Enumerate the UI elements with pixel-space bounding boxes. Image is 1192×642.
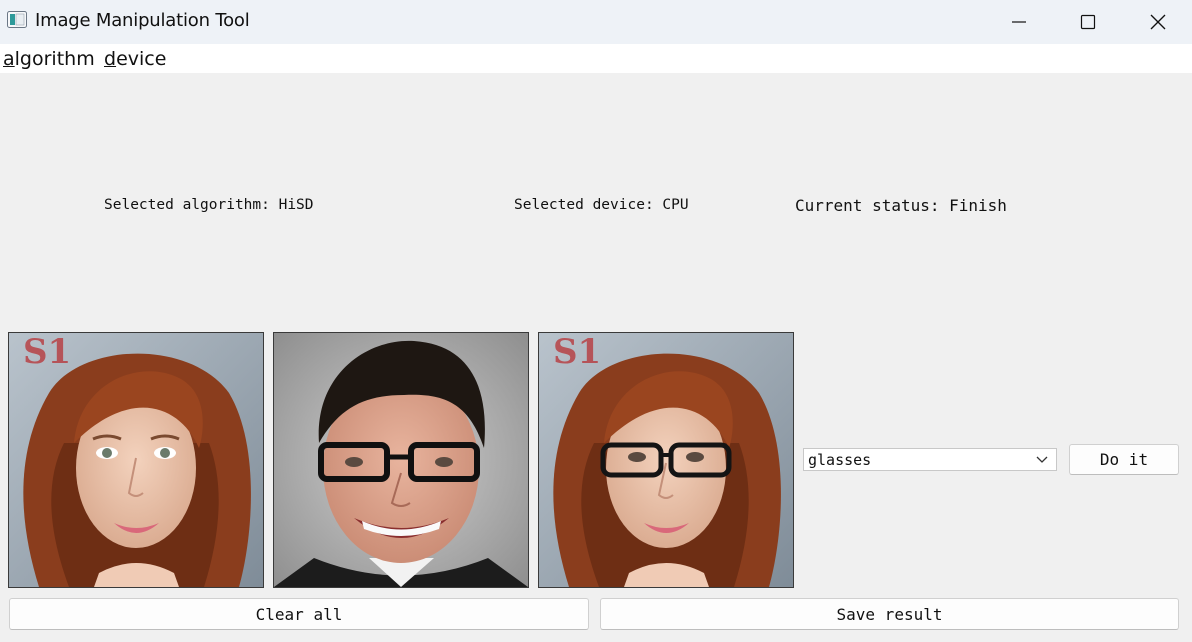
- photo-icon: [274, 333, 528, 587]
- photo-icon: S1: [9, 333, 263, 587]
- menu-label: evice: [116, 48, 167, 70]
- close-button[interactable]: [1123, 0, 1192, 44]
- title-bar[interactable]: Image Manipulation Tool: [0, 0, 1192, 44]
- clear-all-button[interactable]: Clear all: [9, 598, 589, 630]
- chevron-down-icon: [1036, 456, 1048, 463]
- selected-algorithm-label: Selected algorithm: HiSD: [104, 197, 314, 213]
- svg-text:S1: S1: [553, 333, 601, 372]
- do-it-button[interactable]: Do it: [1069, 444, 1179, 475]
- attribute-select-value: glasses: [808, 451, 872, 469]
- source-image[interactable]: S1: [8, 332, 264, 588]
- menu-device[interactable]: device: [104, 48, 166, 70]
- current-status-label: Current status: Finish: [795, 196, 1007, 215]
- maximize-icon: [1080, 14, 1096, 30]
- svg-text:S1: S1: [23, 333, 71, 372]
- menu-bar: algorithm device: [0, 44, 1192, 73]
- window-title: Image Manipulation Tool: [35, 10, 250, 31]
- maximize-button[interactable]: [1053, 0, 1123, 44]
- attribute-select[interactable]: glasses: [803, 448, 1057, 471]
- selected-device-label: Selected device: CPU: [514, 197, 689, 213]
- photo-icon: S1: [539, 333, 793, 587]
- menu-label: lgorithm: [14, 48, 95, 70]
- menu-mnemonic: a: [3, 48, 15, 70]
- menu-algorithm[interactable]: algorithm: [3, 48, 95, 70]
- close-icon: [1150, 14, 1166, 30]
- app-icon: [7, 11, 27, 28]
- minimize-button[interactable]: [984, 0, 1054, 44]
- menu-mnemonic: d: [104, 48, 117, 70]
- app-window: Image Manipulation Tool algorithm device…: [0, 0, 1192, 642]
- save-result-button[interactable]: Save result: [600, 598, 1179, 630]
- reference-image[interactable]: [273, 332, 529, 588]
- result-image[interactable]: S1: [538, 332, 794, 588]
- minimize-icon: [1012, 21, 1026, 23]
